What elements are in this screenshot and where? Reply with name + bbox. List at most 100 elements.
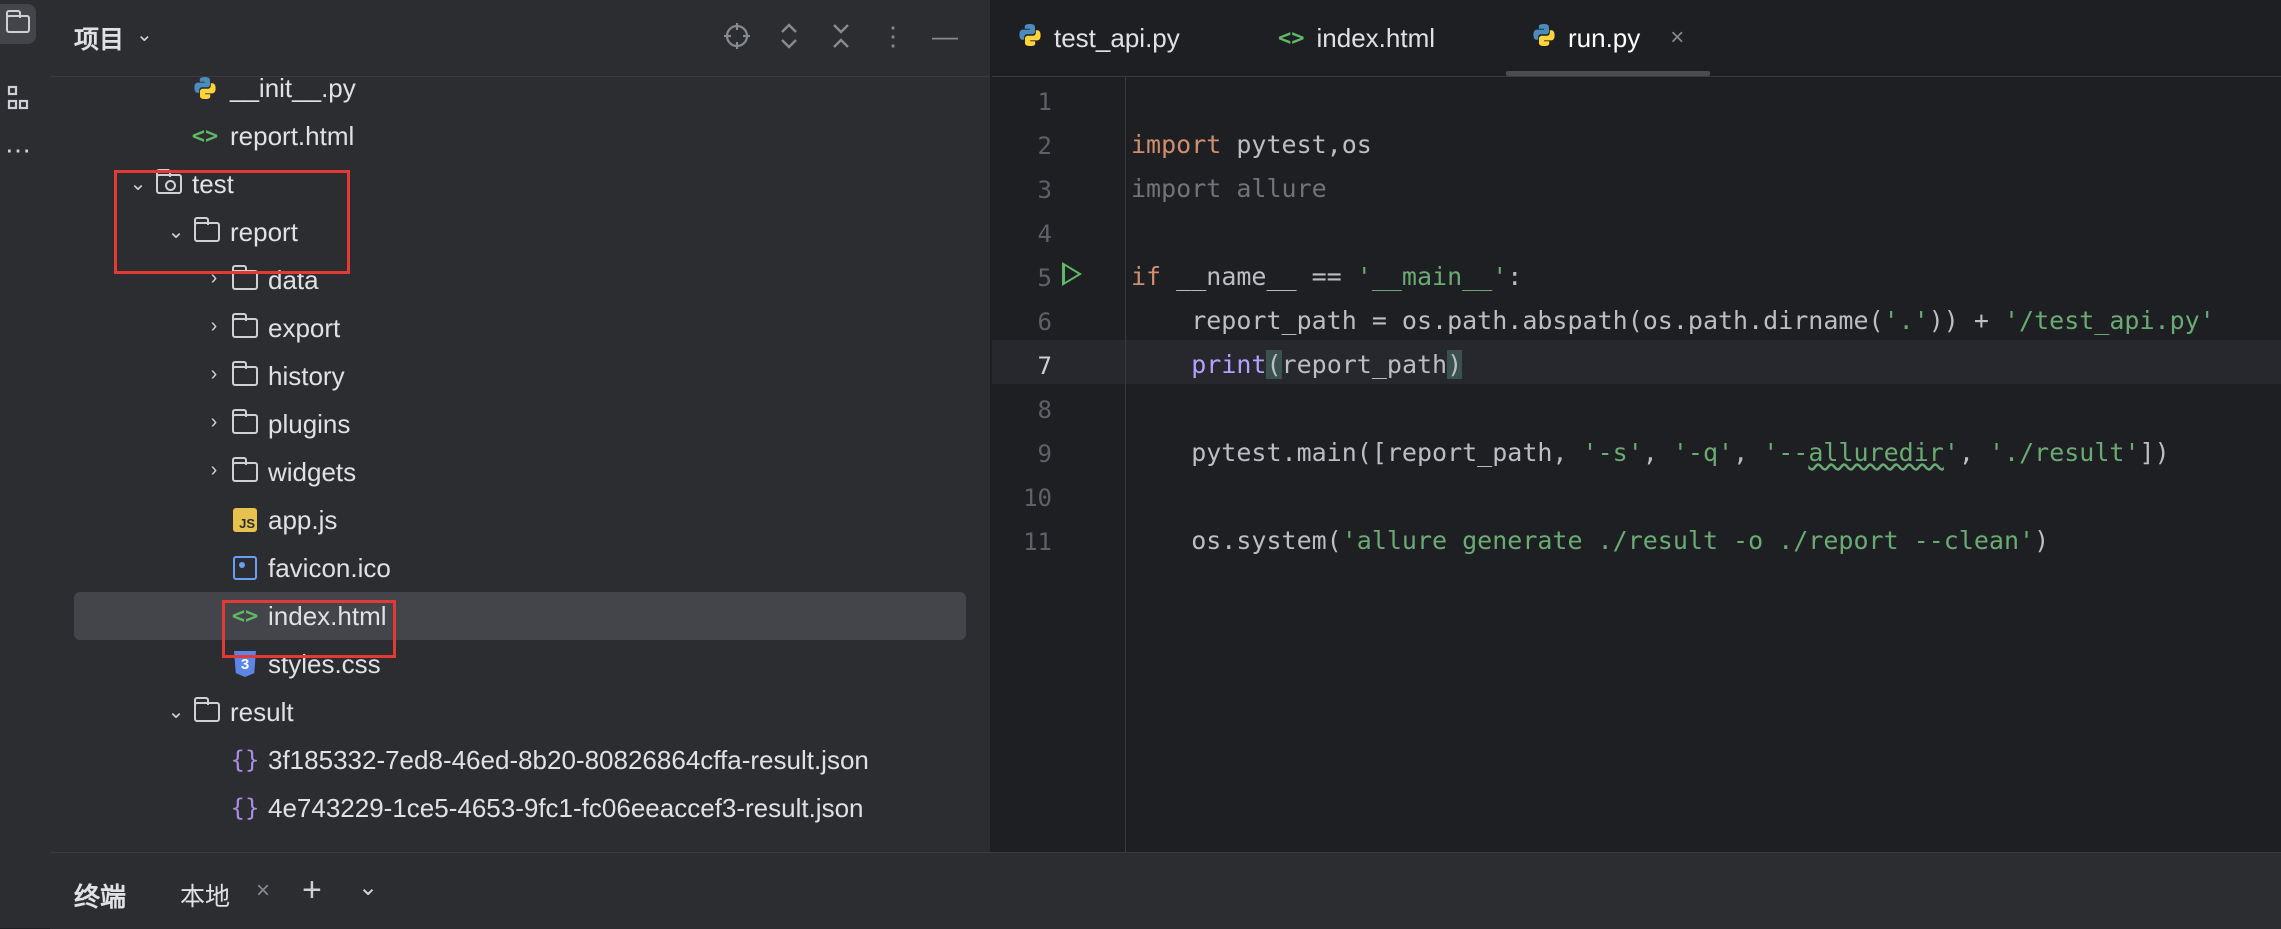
json-icon: {} (230, 746, 260, 774)
structure-icon[interactable] (0, 78, 36, 118)
locate-icon[interactable] (722, 18, 752, 54)
project-panel: 项目 ⌄ ⋮ — __init__.py <> report.html ⌄ te… (50, 0, 990, 852)
chevron-down-icon[interactable]: ⌄ (166, 699, 186, 724)
chevron-down-icon[interactable]: ⌄ (136, 22, 153, 47)
tree-item-report[interactable]: ⌄ report (50, 208, 990, 256)
tree-item-label: plugins (268, 409, 351, 439)
gutter-divider (1125, 76, 1126, 852)
code-content[interactable]: import pytest,os import allure if __name… (1131, 76, 2281, 852)
html-icon: <> (231, 603, 259, 629)
tree-item-result[interactable]: ⌄ result (50, 688, 990, 736)
tab-label: test_api.py (1054, 22, 1180, 53)
run-icon[interactable] (1062, 262, 1082, 286)
line-number: 3 (1037, 176, 1052, 204)
line-number: 4 (1037, 220, 1052, 248)
more-icon[interactable]: ⋯ (0, 130, 36, 170)
chevron-down-icon[interactable]: ⌄ (166, 219, 186, 244)
code-line-6: report_path = os.path.abspath(os.path.di… (1131, 306, 2215, 335)
line-number: 10 (1023, 484, 1052, 512)
tree-item-init-py[interactable]: __init__.py (50, 72, 990, 112)
python-icon (1018, 23, 1042, 54)
chevron-right-icon[interactable]: › (204, 411, 224, 434)
tab-label: index.html (1316, 22, 1436, 53)
tree-item-label: report.html (230, 121, 355, 151)
close-icon[interactable]: × (1670, 24, 1684, 52)
tree-item-styles-css[interactable]: 3 styles.css (50, 640, 990, 688)
tree-item-index-html[interactable]: <> index.html (74, 592, 966, 640)
chevron-right-icon[interactable]: › (204, 315, 224, 338)
html-icon: <> (1278, 25, 1305, 51)
tree-item-label: widgets (268, 457, 357, 487)
tab-run-py[interactable]: run.py × (1505, 0, 1711, 76)
close-icon[interactable]: × (256, 877, 270, 905)
tree-item-label: report (230, 217, 298, 247)
tree-item-label: 4e743229-1ce5-4653-9fc1-fc06eeaccef3-res… (268, 793, 864, 823)
tree-item-app-js[interactable]: JS app.js (50, 496, 990, 544)
image-icon (230, 554, 260, 582)
tree-item-label: __init__.py (230, 73, 356, 103)
tree-item-label: data (268, 265, 319, 295)
tab-test-api-py[interactable]: test_api.py (1018, 0, 1180, 76)
chevron-down-icon[interactable]: ⌄ (358, 873, 378, 902)
code-line-2: import pytest,os (1131, 130, 1372, 159)
tree-item-label: styles.css (268, 649, 381, 679)
tree-item-label: index.html (268, 601, 387, 631)
tree-item-data[interactable]: › data (50, 256, 990, 304)
chevron-right-icon[interactable]: › (204, 363, 224, 386)
collapse-all-icon[interactable] (826, 18, 856, 54)
js-icon: JS (230, 506, 260, 534)
tree-item-label: history (268, 361, 345, 391)
tab-index-html[interactable]: <> index.html (1278, 0, 1435, 76)
folder-icon (192, 697, 222, 726)
activity-bar: ⋯ (0, 0, 51, 928)
python-icon (190, 74, 220, 102)
project-title[interactable]: 项目 (74, 20, 124, 56)
terminal-bar: 终端 本地 × + ⌄ (50, 852, 2281, 929)
tree-item-label: app.js (268, 505, 338, 535)
tree-item-json[interactable]: {} 3f185332-7ed8-46ed-8b20-80826864cffa-… (50, 736, 990, 784)
code-line-7: print(report_path) (1191, 350, 1463, 379)
minimize-icon[interactable]: — (930, 18, 960, 54)
line-number: 11 (1023, 528, 1052, 556)
tree-item-export[interactable]: › export (50, 304, 990, 352)
folder-icon (230, 313, 260, 342)
folder-icon (230, 265, 260, 294)
tree-item-json[interactable]: {} 4e743229-1ce5-4653-9fc1-fc06eeaccef3-… (50, 784, 990, 832)
code-line-9: pytest.main([report_path, '-s', '-q', '-… (1131, 438, 2170, 467)
chevron-right-icon[interactable]: › (204, 459, 224, 482)
options-icon[interactable]: ⋮ (878, 18, 908, 54)
folder-icon (230, 457, 260, 486)
tree-item-label: export (268, 313, 341, 343)
editor-area: test_api.py <> index.html run.py × 1 2 3… (992, 0, 2281, 852)
tree-item-favicon[interactable]: favicon.ico (50, 544, 990, 592)
line-number: 7 (1037, 352, 1052, 380)
folder-icon (230, 361, 260, 390)
chevron-down-icon[interactable]: ⌄ (128, 171, 148, 196)
tree-item-report-html[interactable]: <> report.html (50, 112, 990, 160)
code-line-5: if __name__ == '__main__': (1131, 262, 1523, 291)
line-number: 8 (1037, 396, 1052, 424)
json-icon: {} (230, 794, 260, 822)
line-number: 9 (1037, 440, 1052, 468)
css-icon: 3 (230, 650, 260, 678)
tab-label: run.py (1568, 22, 1641, 53)
terminal-tab-local[interactable]: 本地 (180, 877, 230, 913)
line-gutter: 1 2 3 4 5 6 7 8 9 10 11 (992, 76, 1124, 852)
tree-item-plugins[interactable]: › plugins (50, 400, 990, 448)
tree-item-test[interactable]: ⌄ test (50, 160, 990, 208)
tree-item-widgets[interactable]: › widgets (50, 448, 990, 496)
project-tree: __init__.py <> report.html ⌄ test ⌄ repo… (50, 72, 990, 852)
line-number: 5 (1037, 264, 1052, 292)
terminal-title: 终端 (74, 882, 127, 912)
tree-item-label: favicon.ico (268, 553, 391, 583)
project-toolbar: ⋮ — (722, 18, 960, 54)
tree-item-label: 3f185332-7ed8-46ed-8b20-80826864cffa-res… (268, 745, 869, 775)
expand-all-icon[interactable] (774, 18, 804, 54)
chevron-right-icon[interactable]: › (204, 267, 224, 290)
module-folder-icon (154, 169, 184, 198)
tree-item-label: result (230, 697, 294, 727)
add-tab-icon[interactable]: + (302, 871, 322, 910)
folder-icon[interactable] (0, 4, 36, 44)
tree-item-history[interactable]: › history (50, 352, 990, 400)
html-icon: <> (191, 123, 219, 149)
